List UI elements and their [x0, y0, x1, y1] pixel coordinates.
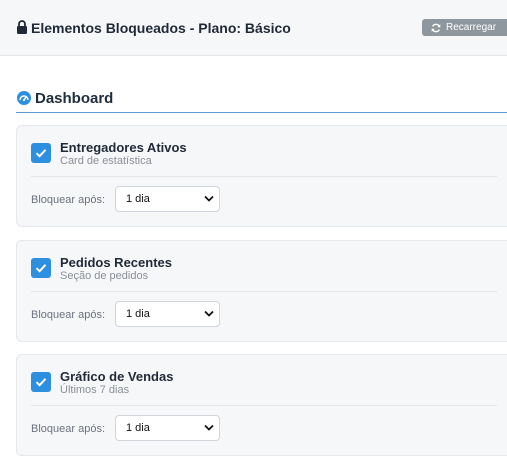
block-after-select[interactable]: 1 dia: [115, 186, 220, 212]
enable-checkbox[interactable]: [31, 372, 51, 392]
page-title: Elementos Bloqueados - Plano: Básico: [31, 20, 291, 36]
card-divider: [31, 405, 497, 406]
block-after-value: 1 dia: [126, 422, 150, 434]
element-card: Entregadores Ativos Card de estatística …: [16, 125, 507, 227]
chevron-down-icon: [204, 310, 214, 317]
block-after-label: Bloquear após:: [31, 194, 105, 206]
block-after-select[interactable]: 1 dia: [115, 301, 220, 327]
section-header: Dashboard: [17, 89, 113, 107]
chevron-down-icon: [204, 195, 214, 202]
element-name: Gráfico de Vendas: [60, 369, 174, 384]
reload-button[interactable]: Recarregar: [422, 19, 507, 36]
check-icon: [35, 264, 47, 273]
top-bar: Elementos Bloqueados - Plano: Básico Rec…: [0, 0, 507, 56]
lock-icon: [17, 20, 27, 34]
element-description: Seção de pedidos: [60, 270, 149, 282]
element-name: Entregadores Ativos: [60, 140, 187, 155]
refresh-icon: [431, 23, 441, 32]
card-divider: [31, 291, 497, 292]
element-card: Pedidos Recentes Seção de pedidos Bloque…: [16, 240, 507, 342]
block-after-select[interactable]: 1 dia: [115, 415, 220, 441]
enable-checkbox[interactable]: [31, 143, 51, 163]
reload-label: Recarregar: [446, 22, 497, 33]
element-name: Pedidos Recentes: [60, 255, 172, 270]
card-divider: [31, 176, 497, 177]
check-icon: [35, 149, 47, 158]
check-icon: [35, 378, 47, 387]
element-card: Gráfico de Vendas Últimos 7 dias Bloquea…: [16, 354, 507, 456]
section-title: Dashboard: [35, 89, 114, 107]
chevron-down-icon: [204, 424, 214, 431]
element-description: Últimos 7 dias: [60, 384, 130, 396]
block-after-label: Bloquear após:: [31, 309, 105, 321]
block-after-label: Bloquear após:: [31, 423, 105, 435]
block-after-value: 1 dia: [126, 308, 150, 320]
element-description: Card de estatística: [60, 155, 152, 167]
block-after-value: 1 dia: [126, 193, 150, 205]
enable-checkbox[interactable]: [31, 258, 51, 278]
dashboard-gauge-icon: [17, 91, 31, 105]
section-divider: [16, 112, 507, 113]
